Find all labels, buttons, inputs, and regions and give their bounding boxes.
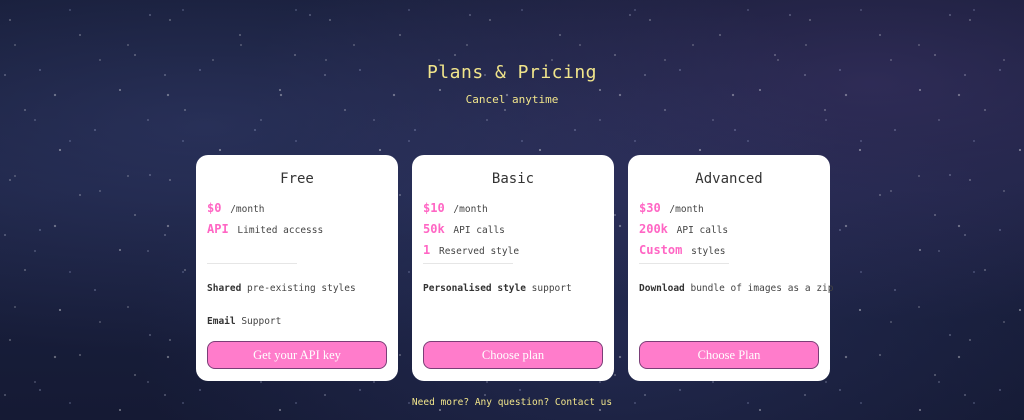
- extra-bold: Shared: [207, 283, 242, 294]
- extra-text: Support: [235, 316, 282, 327]
- plan-card-advanced: Advanced $30 /month 200k API calls Custo…: [628, 155, 833, 381]
- feature-text: API calls: [676, 225, 729, 236]
- plan-card-basic: Basic $10 /month 50k API calls 1 Reserve…: [412, 155, 614, 381]
- plan-name: Basic: [491, 171, 535, 187]
- extra-text: bundle of images as a zip: [684, 283, 834, 294]
- page-subtitle: Cancel anytime: [465, 93, 559, 106]
- get-api-key-button[interactable]: Get your API key: [207, 341, 387, 369]
- card-divider: [423, 263, 513, 264]
- feature-text: Reserved style: [438, 246, 520, 257]
- plan-price-period: /month: [669, 204, 704, 215]
- plan-feature: 200k API calls: [639, 222, 819, 236]
- extra-text: pre-existing styles: [241, 283, 356, 294]
- plan-extra: Personalised style support: [423, 283, 603, 294]
- plan-name: Free: [280, 171, 314, 187]
- plan-feature: API Limited accesss: [207, 222, 387, 236]
- plan-extras: Download bundle of images as a zip: [639, 283, 833, 316]
- plan-price: $0: [207, 201, 222, 215]
- feature-text: Limited accesss: [237, 225, 324, 236]
- card-divider: [639, 263, 729, 264]
- plan-name: Advanced: [695, 171, 763, 187]
- choose-plan-basic-button[interactable]: Choose plan: [423, 341, 603, 369]
- plan-price: $30: [639, 201, 661, 215]
- page-footer: Need more? Any question? Contact us: [0, 397, 1024, 408]
- feature-highlight: API: [207, 222, 229, 236]
- page-header: Plans & Pricing Cancel anytime: [0, 62, 1024, 106]
- extra-bold: Email: [207, 316, 236, 327]
- plan-price-period: /month: [230, 204, 265, 215]
- card-divider: [207, 263, 297, 264]
- feature-highlight: 50k: [423, 222, 445, 236]
- choose-plan-advanced-button[interactable]: Choose Plan: [639, 341, 819, 369]
- plan-feature: $0 /month: [207, 201, 387, 215]
- plan-feature: 50k API calls: [423, 222, 603, 236]
- plan-extra: Shared pre-existing styles: [207, 283, 387, 294]
- extra-bold: Personalised style: [423, 283, 526, 294]
- feature-text: API calls: [453, 225, 505, 236]
- plan-price: $10: [423, 201, 445, 215]
- feature-highlight: 1: [423, 243, 431, 257]
- contact-link[interactable]: Need more? Any question? Contact us: [412, 397, 612, 408]
- feature-highlight: Custom: [639, 243, 683, 257]
- plan-extra: Email Support: [207, 316, 387, 327]
- pricing-cards: Free $0 /month API Limited accesss Share…: [196, 155, 833, 381]
- plan-extra: Download bundle of images as a zip: [639, 283, 833, 294]
- plan-price-period: /month: [453, 204, 488, 215]
- plan-extras: Shared pre-existing styles Email Support: [207, 283, 387, 349]
- extra-text: support: [525, 283, 572, 294]
- extra-bold: Download: [639, 283, 685, 294]
- plan-extras: Personalised style support: [423, 283, 603, 316]
- plan-feature: $10 /month: [423, 201, 603, 215]
- plan-feature: 1 Reserved style: [423, 243, 603, 257]
- plan-feature: Custom styles: [639, 243, 819, 257]
- plan-feature: $30 /month: [639, 201, 819, 215]
- feature-text: styles: [691, 246, 726, 257]
- feature-highlight: 200k: [639, 222, 668, 236]
- plan-card-free: Free $0 /month API Limited accesss Share…: [196, 155, 398, 381]
- page-title: Plans & Pricing: [426, 62, 598, 83]
